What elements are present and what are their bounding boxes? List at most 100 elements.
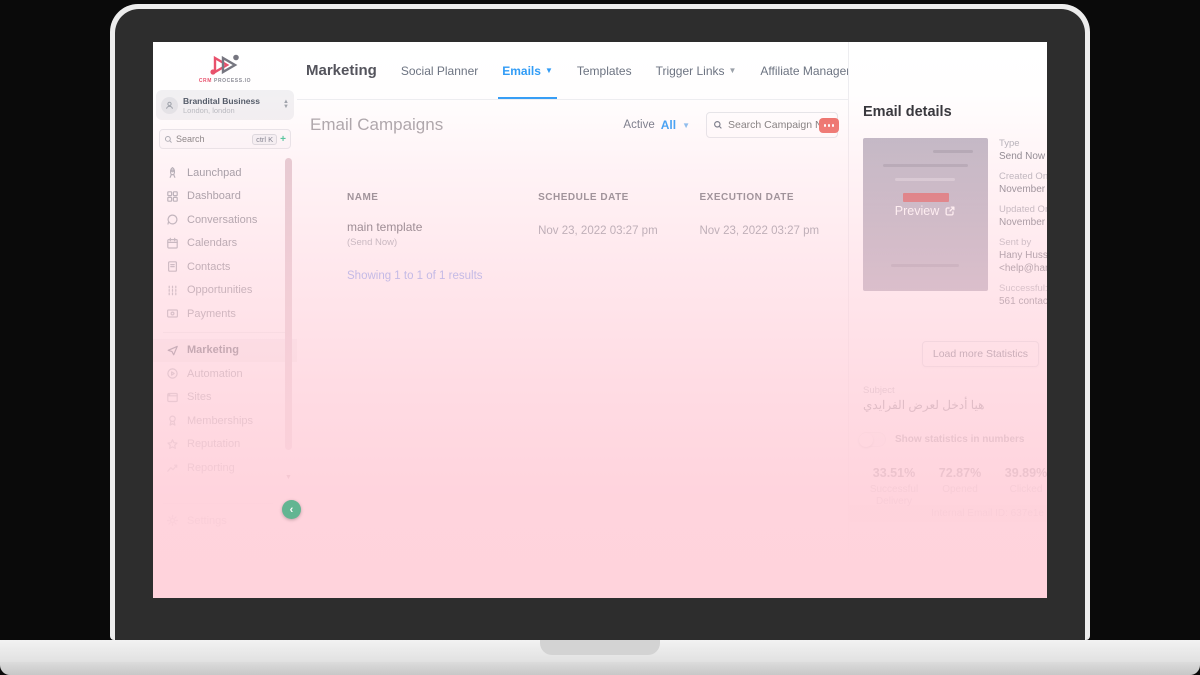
sidebar-item-launchpad[interactable]: Launchpad: [153, 161, 297, 185]
tab-emails[interactable]: Emails ▼: [498, 42, 557, 99]
sparkle-icon: +: [280, 133, 286, 145]
column-header-name[interactable]: NAME: [347, 192, 538, 203]
paper-plane-icon: [166, 344, 179, 357]
campaigns-table: NAME SCHEDULE DATE EXECUTION DATE main t…: [347, 192, 848, 248]
field-value: 561 contacts: [999, 296, 1047, 307]
panel-title: Email details: [863, 104, 952, 120]
gear-icon: [166, 514, 179, 527]
stat-label: Clicked: [1009, 484, 1043, 495]
column-header-schedule-date[interactable]: SCHEDULE DATE: [538, 192, 699, 203]
chat-icon: [166, 213, 179, 226]
sidebar-scrollbar[interactable]: ▼: [283, 158, 295, 488]
chevron-down-icon: ▼: [728, 66, 737, 75]
results-count-text: Showing 1 to 1 of 1 results: [347, 270, 483, 282]
sidebar-item-calendars[interactable]: Calendars: [153, 232, 297, 256]
red-dots-badge: [819, 118, 839, 133]
keyboard-shortcut-chip: ctrl K: [252, 133, 278, 145]
chevron-down-icon: ▼: [544, 66, 553, 75]
search-icon: [714, 121, 722, 129]
laptop-base-edge: [0, 662, 1200, 675]
sidebar-item-label: Launchpad: [187, 166, 242, 179]
award-icon: [166, 414, 179, 427]
logo-mark-icon: [210, 54, 239, 75]
sidebar-item-reputation[interactable]: Reputation: [153, 433, 297, 457]
grid-icon: [166, 190, 179, 203]
divider: [163, 331, 287, 333]
search-icon: [164, 135, 172, 143]
campaign-name[interactable]: main template: [347, 220, 538, 234]
sidebar-item-sites[interactable]: Sites: [153, 386, 297, 410]
business-location: London, london: [183, 105, 235, 115]
sidebar-item-settings[interactable]: Settings: [153, 509, 283, 533]
play-circle-icon: [166, 367, 179, 380]
top-navigation: Marketing Social Planner Emails ▼ Templat…: [297, 42, 927, 100]
email-meta-fields: Type Send Now Created On November 23, Up…: [999, 138, 1047, 307]
field-label: Updated On: [999, 204, 1047, 215]
execution-date: Nov 23, 2022 03:27 pm: [699, 225, 820, 237]
sidebar-search[interactable]: ctrl K +: [159, 129, 291, 149]
internal-email-id: Internal Email ID: 637e1e: [931, 508, 1044, 519]
sidebar-collapse-button[interactable]: ‹: [282, 500, 301, 519]
sidebar-item-label: Payments: [187, 307, 236, 320]
sidebar-item-automation[interactable]: Automation: [153, 362, 297, 386]
field-value: <help@hanyh: [999, 263, 1047, 274]
field-label: Successful:: [999, 283, 1047, 294]
stat-label: Successful Delivery: [869, 484, 919, 507]
sidebar-item-conversations[interactable]: Conversations: [153, 208, 297, 232]
field-label: Type: [999, 138, 1020, 149]
toggle-knob: [859, 432, 873, 447]
sidebar-item-opportunities[interactable]: Opportunities: [153, 279, 297, 303]
search-input[interactable]: [176, 134, 250, 144]
campaign-search-input[interactable]: [728, 119, 831, 131]
sidebar-item-reporting[interactable]: Reporting: [153, 456, 297, 480]
filter-value[interactable]: All: [661, 118, 676, 132]
campaign-search[interactable]: [706, 112, 839, 138]
sidebar-item-marketing[interactable]: Marketing: [153, 338, 297, 362]
laptop-notch: [540, 640, 660, 655]
email-details-panel: Email details Preview Type Send Now Crea…: [848, 42, 1047, 598]
scrollbar-thumb[interactable]: [285, 158, 292, 450]
status-filter[interactable]: Active All ▼: [623, 118, 690, 132]
sidebar-item-label: Reputation: [187, 438, 241, 451]
column-header-execution-date[interactable]: EXECUTION DATE: [699, 192, 848, 203]
sidebar-item-label: Contacts: [187, 260, 231, 273]
tab-templates[interactable]: Templates: [577, 42, 632, 99]
tab-social-planner[interactable]: Social Planner: [401, 42, 478, 99]
sidebar-item-label: Memberships: [187, 414, 254, 427]
external-link-icon: [945, 206, 955, 216]
subject-value: هيا أدخل لعرض الفرايدي: [863, 398, 985, 412]
chevron-updown-icon[interactable]: ▲ ▼: [283, 99, 289, 110]
statistics-toggle[interactable]: [859, 432, 886, 447]
sidebar-item-dashboard[interactable]: Dashboard: [153, 185, 297, 209]
logo-text: CRM PROCESS.IO: [198, 77, 252, 84]
contacts-icon: [166, 260, 179, 273]
person-icon: [166, 101, 173, 109]
avatar: [161, 96, 178, 114]
table-row[interactable]: main template (Send Now) Nov 23, 2022 03…: [347, 203, 848, 248]
sidebar-item-label: Opportunities: [187, 284, 253, 297]
funnel-icon: [166, 284, 179, 297]
load-more-statistics-button[interactable]: Load more Statistics: [921, 341, 1039, 367]
scroll-down-icon[interactable]: ▼: [285, 474, 292, 481]
preview-overlay[interactable]: Preview: [863, 204, 988, 218]
sidebar-item-label: Calendars: [187, 237, 238, 250]
subject-label: Subject: [863, 385, 895, 396]
sidebar-item-label: Marketing: [187, 344, 239, 357]
app-screen: CRM PROCESS.IO Brandital Business London…: [153, 42, 1047, 598]
page-title: Email Campaigns: [310, 115, 444, 134]
browser-icon: [166, 391, 179, 404]
business-name: Brandital Business: [183, 95, 260, 106]
main-area: Marketing Social Planner Emails ▼ Templat…: [297, 42, 927, 598]
sidebar-item-payments[interactable]: Payments: [153, 302, 297, 326]
sidebar-item-contacts[interactable]: Contacts: [153, 255, 297, 279]
email-preview-thumbnail[interactable]: Preview: [863, 138, 988, 291]
calendar-icon: [166, 237, 179, 250]
sidebar-item-label: Dashboard: [187, 190, 241, 203]
trend-icon: [166, 461, 179, 474]
sidebar-item-memberships[interactable]: Memberships: [153, 409, 297, 433]
tab-trigger-links[interactable]: Trigger Links ▼: [656, 42, 737, 99]
toggle-label: Show statistics in numbers: [895, 434, 1025, 445]
stat-value: 72.87%: [938, 466, 982, 480]
business-selector[interactable]: Brandital Business London, london ▲ ▼: [156, 90, 294, 120]
sidebar: CRM PROCESS.IO Brandital Business London…: [153, 42, 297, 598]
